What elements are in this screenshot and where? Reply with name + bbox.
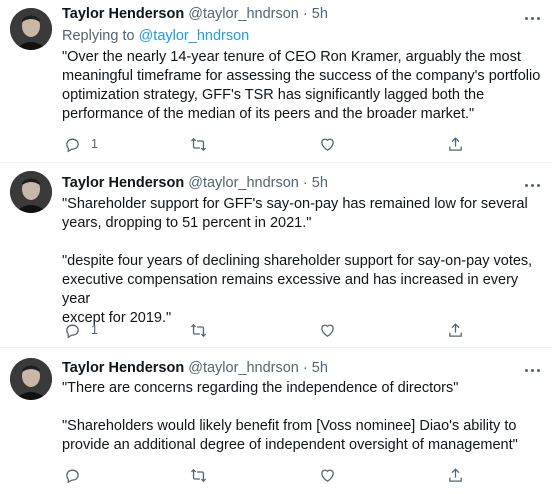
share-icon <box>449 322 462 337</box>
timestamp[interactable]: 5h <box>312 360 328 376</box>
timestamp[interactable]: 5h <box>312 6 328 22</box>
like-button[interactable] <box>319 134 336 154</box>
avatar[interactable] <box>10 171 52 213</box>
separator-dot: · <box>302 6 308 22</box>
author-name[interactable]: Taylor Henderson <box>62 6 184 22</box>
reply-icon <box>66 324 79 338</box>
like-button[interactable] <box>319 465 336 485</box>
reply-button[interactable]: 1 <box>64 134 98 154</box>
share-button[interactable] <box>447 134 464 154</box>
retweet-icon <box>190 323 207 337</box>
tweet-header: Taylor Henderson @taylor_hndrson · 5h <box>62 360 328 376</box>
author-handle[interactable]: @taylor_hndrson <box>188 6 299 22</box>
tweet-1[interactable]: Taylor Henderson @taylor_hndrson · 5h Re… <box>0 0 552 158</box>
retweet-icon <box>190 137 207 151</box>
reply-button[interactable] <box>64 465 91 485</box>
like-icon <box>321 469 334 482</box>
tweet-paragraph: "Shareholder support for GFF's say-on-pa… <box>62 196 528 231</box>
tweet-actions: 1 <box>62 134 462 154</box>
more-options-icon[interactable] <box>522 364 542 376</box>
tweet-3[interactable]: Taylor Henderson @taylor_hndrson · 5h "T… <box>0 348 552 494</box>
tweet-text: "Shareholder support for GFF's say-on-pa… <box>62 195 542 328</box>
tweet-paragraph: "There are concerns regarding the indepe… <box>62 380 459 396</box>
like-button[interactable] <box>319 320 336 340</box>
tweet-paragraph: "Over the nearly 14-year tenure of CEO R… <box>62 49 541 122</box>
replying-to: Replying to @taylor_hndrson <box>62 28 249 44</box>
avatar[interactable] <box>10 358 52 400</box>
separator-dot: · <box>302 360 308 376</box>
retweet-button[interactable] <box>190 134 207 154</box>
tweet-header: Taylor Henderson @taylor_hndrson · 5h <box>62 175 328 191</box>
timestamp[interactable]: 5h <box>312 175 328 191</box>
avatar[interactable] <box>10 8 52 50</box>
author-handle[interactable]: @taylor_hndrson <box>188 360 299 376</box>
more-options-icon[interactable] <box>522 179 542 191</box>
separator-dot: · <box>302 175 308 191</box>
reply-icon <box>66 469 79 483</box>
author-name[interactable]: Taylor Henderson <box>62 360 184 376</box>
retweet-icon <box>190 468 207 482</box>
tweet-actions: 1 <box>62 320 462 340</box>
reply-button[interactable]: 1 <box>64 320 98 340</box>
retweet-button[interactable] <box>190 320 207 340</box>
replying-to-label: Replying to <box>62 28 135 44</box>
tweet-2[interactable]: Taylor Henderson @taylor_hndrson · 5h "S… <box>0 163 552 347</box>
tweet-header: Taylor Henderson @taylor_hndrson · 5h <box>62 6 328 22</box>
tweet-text: "There are concerns regarding the indepe… <box>62 379 542 455</box>
share-icon <box>449 467 462 482</box>
reply-count: 1 <box>91 323 98 337</box>
author-handle[interactable]: @taylor_hndrson <box>188 175 299 191</box>
share-icon <box>449 136 462 151</box>
retweet-button[interactable] <box>190 465 207 485</box>
tweet-text: "Over the nearly 14-year tenure of CEO R… <box>62 48 542 124</box>
reply-icon <box>66 138 79 152</box>
like-icon <box>321 138 334 151</box>
tweet-actions <box>62 465 462 485</box>
author-name[interactable]: Taylor Henderson <box>62 175 184 191</box>
tweet-paragraph: "Shareholders would likely benefit from … <box>62 418 518 453</box>
replying-to-handle[interactable]: @taylor_hndrson <box>139 28 250 44</box>
share-button[interactable] <box>447 320 464 340</box>
like-icon <box>321 324 334 337</box>
share-button[interactable] <box>447 465 464 485</box>
more-options-icon[interactable] <box>522 12 542 24</box>
reply-count: 1 <box>91 137 98 151</box>
tweet-paragraph: "despite four years of declining shareho… <box>62 253 533 326</box>
